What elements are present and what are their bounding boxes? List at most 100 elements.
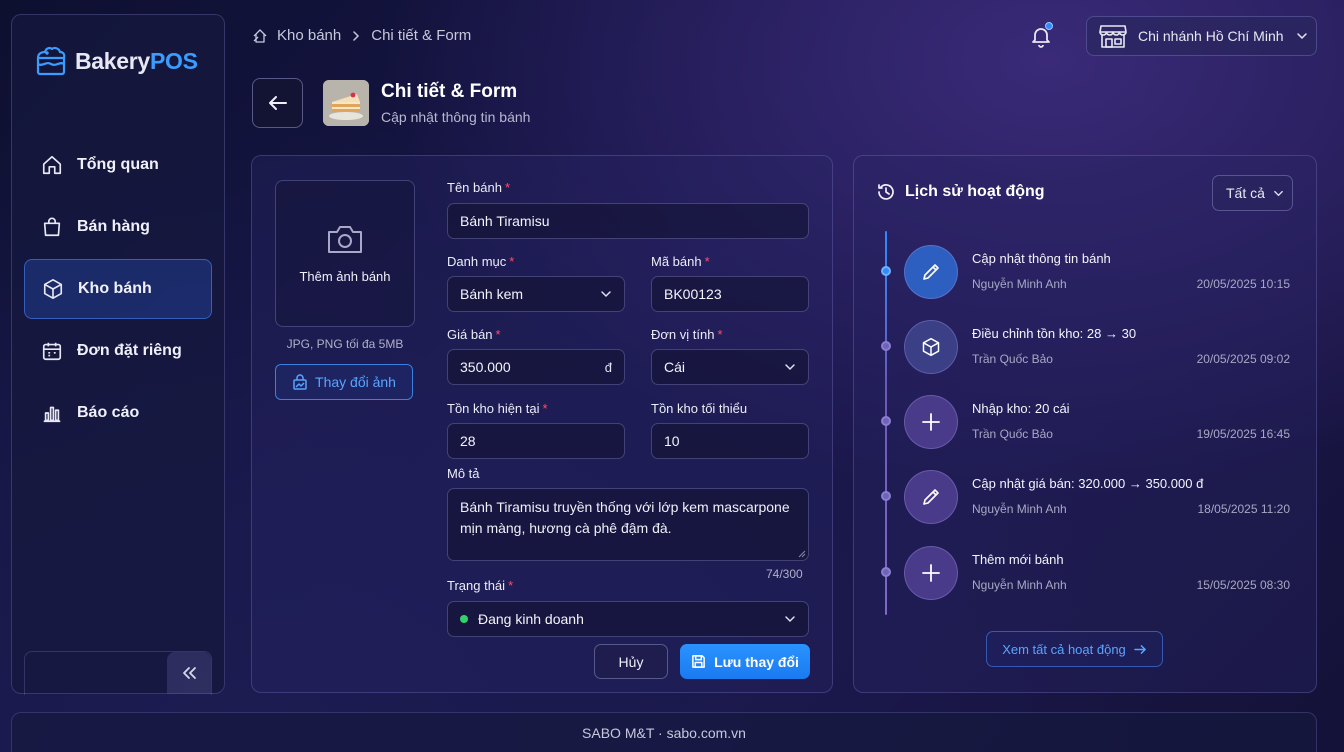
sidebar-item-overview[interactable]: Tổng quan	[24, 135, 212, 195]
min-stock-input[interactable]: 10	[651, 423, 809, 459]
bakery-small-icon	[253, 28, 267, 43]
calendar-icon	[42, 342, 62, 361]
photo-hint: JPG, PNG tối đa 5MB	[286, 337, 404, 351]
sidebar-item-label: Bán hàng	[77, 218, 150, 235]
activity-filter-select[interactable]: Tất cả	[1212, 175, 1293, 211]
activity-item[interactable]: Nhập kho: 20 cái Trần Quốc Bảo 19/05/202…	[854, 381, 1318, 456]
stock-label: Tồn kho hiện tại *	[447, 401, 548, 416]
back-button[interactable]	[252, 78, 303, 128]
timeline-dot	[881, 341, 891, 351]
min-stock-value: 10	[664, 433, 680, 449]
name-value: Bánh Tiramisu	[460, 213, 550, 229]
sidebar-nav: Tổng quan Bán hàng Kho bánh Đơn đặt riên…	[24, 135, 212, 445]
branch-selector[interactable]: Chi nhánh Hồ Chí Minh	[1086, 16, 1317, 56]
activity-user: Trần Quốc Bảo	[972, 427, 1053, 441]
description-textarea[interactable]: Bánh Tiramisu truyền thống với lớp kem m…	[447, 488, 809, 561]
box-icon	[43, 279, 63, 299]
required-mark: *	[509, 254, 515, 269]
timeline-dot	[881, 416, 891, 426]
change-photo-button[interactable]: Thay đổi ảnh	[275, 364, 413, 400]
box-icon	[922, 337, 940, 357]
min-stock-label: Tồn kho tối thiểu	[651, 401, 747, 416]
plus-icon	[922, 413, 940, 431]
code-label: Mã bánh *	[651, 254, 710, 269]
code-value: BK00123	[664, 286, 722, 302]
activity-user: Nguyễn Minh Anh	[972, 578, 1067, 592]
min-stock-label-text: Tồn kho tối thiểu	[651, 401, 748, 416]
filter-value: Tất cả	[1226, 185, 1265, 201]
collapse-sidebar-button[interactable]	[167, 652, 211, 694]
save-icon	[692, 655, 705, 668]
required-mark: *	[504, 180, 510, 195]
activity-title-text: Lịch sử hoạt động	[905, 183, 1045, 200]
required-mark: *	[717, 327, 723, 342]
sidebar-item-inventory[interactable]: Kho bánh	[24, 259, 212, 319]
unit-value: Cái	[664, 359, 686, 375]
cake-form-panel: Thêm ảnh bánh JPG, PNG tối đa 5MB Thay đ…	[251, 155, 833, 693]
footer: SABO M&T · sabo.com.vn	[11, 712, 1317, 752]
activity-item[interactable]: Cập nhật thông tin bánh Nguyễn Minh Anh …	[854, 231, 1318, 306]
unit-label: Đơn vị tính *	[651, 327, 723, 342]
chevron-down-icon	[1296, 33, 1307, 40]
code-input[interactable]: BK00123	[651, 276, 809, 312]
sidebar-item-label: Kho bánh	[78, 280, 152, 297]
pencil-icon	[923, 264, 939, 280]
name-label-text: Tên bánh	[447, 180, 502, 195]
activity-time: 15/05/2025 08:30	[1196, 578, 1290, 592]
activity-icon	[904, 470, 958, 524]
save-label: Lưu thay đổi	[714, 653, 799, 670]
chevron-down-icon	[785, 616, 795, 623]
view-all-activity-button[interactable]: Xem tất cả hoạt động	[986, 631, 1163, 667]
activity-item[interactable]: Thêm mới bánh Nguyễn Minh Anh 15/05/2025…	[854, 532, 1318, 607]
sidebar-item-reports[interactable]: Báo cáo	[24, 383, 212, 443]
activity-time: 19/05/2025 16:45	[1196, 427, 1290, 441]
activity-text: Thêm mới bánh	[972, 552, 1064, 567]
category-value: Bánh kem	[460, 286, 524, 302]
category-select[interactable]: Bánh kem	[447, 276, 625, 312]
cake-slice-icon	[323, 80, 369, 126]
activity-item[interactable]: Cập nhật giá bán: 320.000 → 350.000 đ Ng…	[854, 456, 1318, 531]
unit-select[interactable]: Cái	[651, 349, 809, 385]
store-icon	[1099, 25, 1127, 48]
activity-text: Cập nhật thông tin bánh	[972, 251, 1111, 266]
breadcrumb-root-link[interactable]: Kho bánh	[277, 27, 341, 44]
double-chevron-left-icon	[183, 667, 196, 679]
notifications-button[interactable]	[1029, 22, 1053, 48]
category-label: Danh mục *	[447, 254, 514, 269]
required-mark: *	[542, 401, 548, 416]
activity-text: Nhập kho: 20 cái	[972, 401, 1070, 416]
cancel-button[interactable]: Hủy	[594, 644, 668, 679]
name-input[interactable]: Bánh Tiramisu	[447, 203, 809, 239]
activity-icon	[904, 320, 958, 374]
history-icon	[878, 184, 894, 200]
activity-item[interactable]: Điều chỉnh tồn kho: 28 → 30 Trần Quốc Bả…	[854, 306, 1318, 381]
breadcrumb: Kho bánh Chi tiết & Form	[252, 27, 471, 44]
activity-time: 18/05/2025 11:20	[1197, 502, 1290, 516]
stock-input[interactable]: 28	[447, 423, 625, 459]
price-label: Giá bán *	[447, 327, 501, 342]
status-indicator	[460, 615, 468, 623]
home-icon	[42, 155, 62, 175]
activity-panel: Lịch sử hoạt động Tất cả Cập nhật thông …	[853, 155, 1317, 693]
activity-text: Điều chỉnh tồn kho: 28 → 30	[972, 326, 1137, 341]
resize-handle-icon[interactable]	[798, 550, 806, 558]
footer-text: SABO M&T · sabo.com.vn	[582, 724, 746, 741]
description-counter: 74/300	[766, 567, 803, 581]
price-input[interactable]: 350.000 đ	[447, 349, 625, 385]
photo-upload-area[interactable]: Thêm ảnh bánh	[275, 180, 415, 327]
sidebar-item-label: Tổng quan	[77, 156, 159, 173]
app-logo[interactable]: BakeryPOS	[34, 45, 198, 77]
save-button[interactable]: Lưu thay đổi	[680, 644, 810, 679]
sidebar-item-custom-orders[interactable]: Đơn đặt riêng	[24, 321, 212, 381]
chevron-down-icon	[785, 364, 795, 371]
sidebar-footer	[24, 651, 212, 695]
timeline-dot	[881, 491, 891, 501]
activity-title: Lịch sử hoạt động	[876, 182, 1045, 202]
description-label: Mô tả	[447, 466, 480, 481]
sidebar-item-sales[interactable]: Bán hàng	[24, 197, 212, 257]
category-label-text: Danh mục	[447, 254, 507, 269]
status-select[interactable]: Đang kinh doanh	[447, 601, 809, 637]
chevron-down-icon	[601, 291, 611, 298]
description-value: Bánh Tiramisu truyền thống với lớp kem m…	[460, 499, 790, 536]
price-value: 350.000	[460, 359, 511, 375]
